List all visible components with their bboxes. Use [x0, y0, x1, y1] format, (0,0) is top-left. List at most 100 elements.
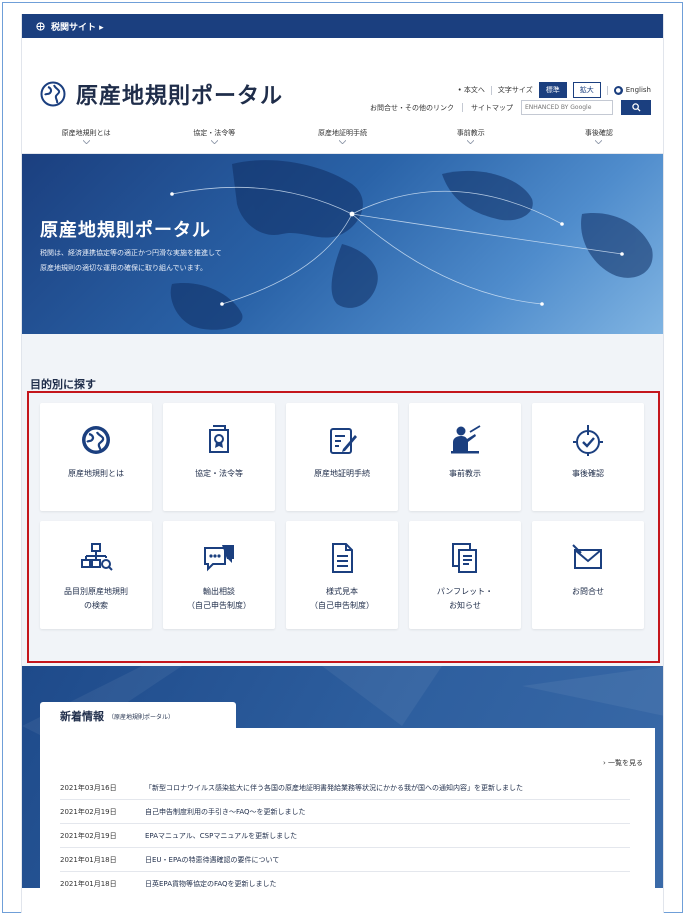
- file-icon: [332, 543, 353, 573]
- text-size-large-button[interactable]: 拡大: [572, 82, 601, 98]
- card-label: 様式見本 （自己申告制度）: [310, 585, 374, 613]
- card-product-search[interactable]: 品目別原産地規則 の検索: [40, 521, 152, 629]
- card-export-consultation[interactable]: 輸出相談 （自己申告制度）: [163, 521, 275, 629]
- mail-icon: [572, 544, 602, 569]
- hierarchy-search-icon: [81, 543, 113, 571]
- english-link[interactable]: ● English: [613, 85, 651, 95]
- edit-document-icon: [330, 428, 357, 454]
- sitemap-link[interactable]: サイトマップ: [471, 103, 513, 113]
- news-subtitle: （原産地規則ポータル）: [108, 713, 175, 721]
- news-list: 2021年03月16日 「新型コロナウイルス感染拡大に伴う各国の原産地証明書発給業…: [60, 776, 630, 888]
- nav-item-agreements[interactable]: 協定・法令等: [150, 118, 278, 153]
- copy-documents-icon: [452, 543, 477, 573]
- card-label-line: 品目別原産地規則: [64, 587, 128, 596]
- news-date: 2021年01月18日: [60, 855, 117, 864]
- card-origin-rules[interactable]: 原産地規則とは: [40, 403, 152, 511]
- nav-item-label: 事前教示: [456, 128, 485, 137]
- news-link[interactable]: 日EU・EPAの特恵待遇確認の要件について: [145, 855, 279, 865]
- card-form-samples[interactable]: 様式見本 （自己申告制度）: [286, 521, 398, 629]
- news-item[interactable]: 2021年02月19日 EPAマニュアル、CSPマニュアルを更新しました: [60, 824, 630, 848]
- nav-item-verification[interactable]: 事後確認: [535, 118, 663, 153]
- nav-item-advance-ruling[interactable]: 事前教示: [407, 118, 535, 153]
- card-label: 協定・法令等: [195, 467, 243, 481]
- card-label: 原産地規則とは: [68, 467, 124, 481]
- contact-links[interactable]: お問合せ・その他のリンク: [370, 103, 454, 113]
- customs-site-bar[interactable]: 税関サイト ▸: [22, 14, 663, 38]
- news-date: 2021年01月18日: [60, 879, 117, 888]
- site-logo[interactable]: 原産地規則ポータル: [40, 78, 283, 110]
- card-certification[interactable]: 原産地証明手続: [286, 403, 398, 511]
- utility-bar: • 本文へ 文字サイズ 標準 拡大 ● English: [458, 82, 651, 98]
- card-label: 事前教示: [449, 467, 481, 481]
- section-heading: 目的別に探す: [30, 378, 96, 391]
- teacher-icon: [451, 425, 481, 454]
- card-label-line: 事前教示: [449, 469, 481, 478]
- nav-item-certification[interactable]: 原産地証明手続: [278, 118, 406, 153]
- search-button[interactable]: [621, 100, 651, 115]
- nav-item-label: 原産地証明手続: [318, 128, 367, 137]
- purpose-section: 目的別に探す 原産地規則とは 協定・法令等 原産地証明手続 事前教示 事後確認 …: [22, 334, 663, 666]
- news-date: 2021年02月19日: [60, 807, 117, 816]
- news-item[interactable]: 2021年02月19日 自己申告制度利用の手引き～FAQ～を更新しました: [60, 800, 630, 824]
- news-link[interactable]: 日英EPA貨物等協定のFAQを更新しました: [145, 879, 277, 889]
- divider: [462, 103, 463, 112]
- hero-description-line: 税関は、経済連携協定等の適正かつ円滑な実施を推進して: [40, 249, 222, 257]
- nav-item-origin-rules[interactable]: 原産地規則とは: [22, 118, 150, 153]
- news-date: 2021年03月16日: [60, 783, 117, 792]
- customs-logo-icon: [36, 21, 45, 31]
- news-link[interactable]: 自己申告制度利用の手引き～FAQ～を更新しました: [145, 807, 306, 817]
- card-label-line: 原産地規則とは: [68, 469, 124, 478]
- language-icon: ●: [613, 85, 623, 95]
- chevron-down-icon: [210, 139, 218, 144]
- card-label-line: お問合せ: [572, 587, 604, 596]
- chevron-down-icon: [82, 139, 90, 144]
- purpose-grid: 原産地規則とは 協定・法令等 原産地証明手続 事前教示 事後確認 品目別原産地規: [40, 403, 647, 629]
- card-label-line: 事後確認: [572, 469, 604, 478]
- card-pamphlets[interactable]: パンフレット・ お知らせ: [409, 521, 521, 629]
- divider: [490, 85, 492, 95]
- card-label-line: の検索: [84, 601, 108, 610]
- hero-description: 税関は、経済連携協定等の適正かつ円滑な実施を推進して 原産地規則の適切な運用の確…: [40, 246, 222, 276]
- chevron-down-icon: [339, 139, 346, 144]
- card-label-line: 協定・法令等: [195, 469, 243, 478]
- card-label-line: （自己申告制度）: [310, 601, 374, 610]
- card-label: 原産地証明手続: [314, 467, 370, 481]
- news-item[interactable]: 2021年01月18日 日英EPA貨物等協定のFAQを更新しました: [60, 872, 630, 888]
- card-verification[interactable]: 事後確認: [532, 403, 644, 511]
- nav-item-label: 原産地規則とは: [61, 128, 111, 137]
- customs-site-link[interactable]: 税関サイト ▸: [51, 20, 104, 33]
- news-more-link[interactable]: › 一覧を見る: [603, 758, 643, 768]
- card-label: 事後確認: [572, 467, 604, 481]
- card-label: パンフレット・ お知らせ: [437, 585, 493, 613]
- site-header: 原産地規則ポータル • 本文へ 文字サイズ 標準 拡大 ● English お問…: [22, 38, 663, 118]
- news-link[interactable]: 「新型コロナウイルス感染拡大に伴う各国の原産地証明書発給業務等状況にかかる我が国…: [145, 783, 523, 793]
- nav-item-label: 協定・法令等: [193, 128, 236, 137]
- page-content: 税関サイト ▸ 原産地規則ポータル • 本文へ 文字サイズ 標準 拡大 ● En…: [21, 14, 664, 913]
- card-label-line: 様式見本: [326, 587, 358, 596]
- news-item[interactable]: 2021年01月18日 日EU・EPAの特恵待遇確認の要件について: [60, 848, 630, 872]
- news-item[interactable]: 2021年03月16日 「新型コロナウイルス感染拡大に伴う各国の原産地証明書発給業…: [60, 776, 630, 800]
- news-section: 新着情報 （原産地規則ポータル） › 一覧を見る 2021年03月16日 「新型コ…: [22, 666, 663, 888]
- utility-bar-secondary: お問合せ・その他のリンク サイトマップ: [370, 100, 651, 115]
- global-nav: 原産地規則とは 協定・法令等 原産地証明手続 事前教示 事後確認: [22, 118, 663, 154]
- news-link[interactable]: EPAマニュアル、CSPマニュアルを更新しました: [145, 831, 297, 841]
- world-map-graphic: [170, 160, 653, 330]
- search-input[interactable]: [521, 100, 613, 115]
- hero-description-line: 原産地規則の適切な運用の確保に取り組んでいます。: [40, 264, 207, 272]
- card-label: 品目別原産地規則 の検索: [64, 585, 128, 613]
- site-title: 原産地規則ポータル: [76, 84, 284, 109]
- card-label-line: 輸出相談: [203, 587, 235, 596]
- card-contact[interactable]: お問合せ: [532, 521, 644, 629]
- chevron-down-icon: [467, 139, 475, 144]
- card-label-line: （自己申告制度）: [187, 601, 251, 610]
- card-advance-ruling[interactable]: 事前教示: [409, 403, 521, 511]
- card-agreements[interactable]: 協定・法令等: [163, 403, 275, 511]
- divider: [606, 85, 608, 95]
- search-icon: [631, 103, 641, 112]
- card-label: 輸出相談 （自己申告制度）: [187, 585, 251, 613]
- skip-to-content-link[interactable]: • 本文へ: [458, 85, 485, 95]
- target-check-icon: [573, 425, 603, 456]
- text-size-label: 文字サイズ: [497, 86, 533, 94]
- english-label: English: [625, 86, 651, 94]
- text-size-standard-button[interactable]: 標準: [538, 82, 567, 98]
